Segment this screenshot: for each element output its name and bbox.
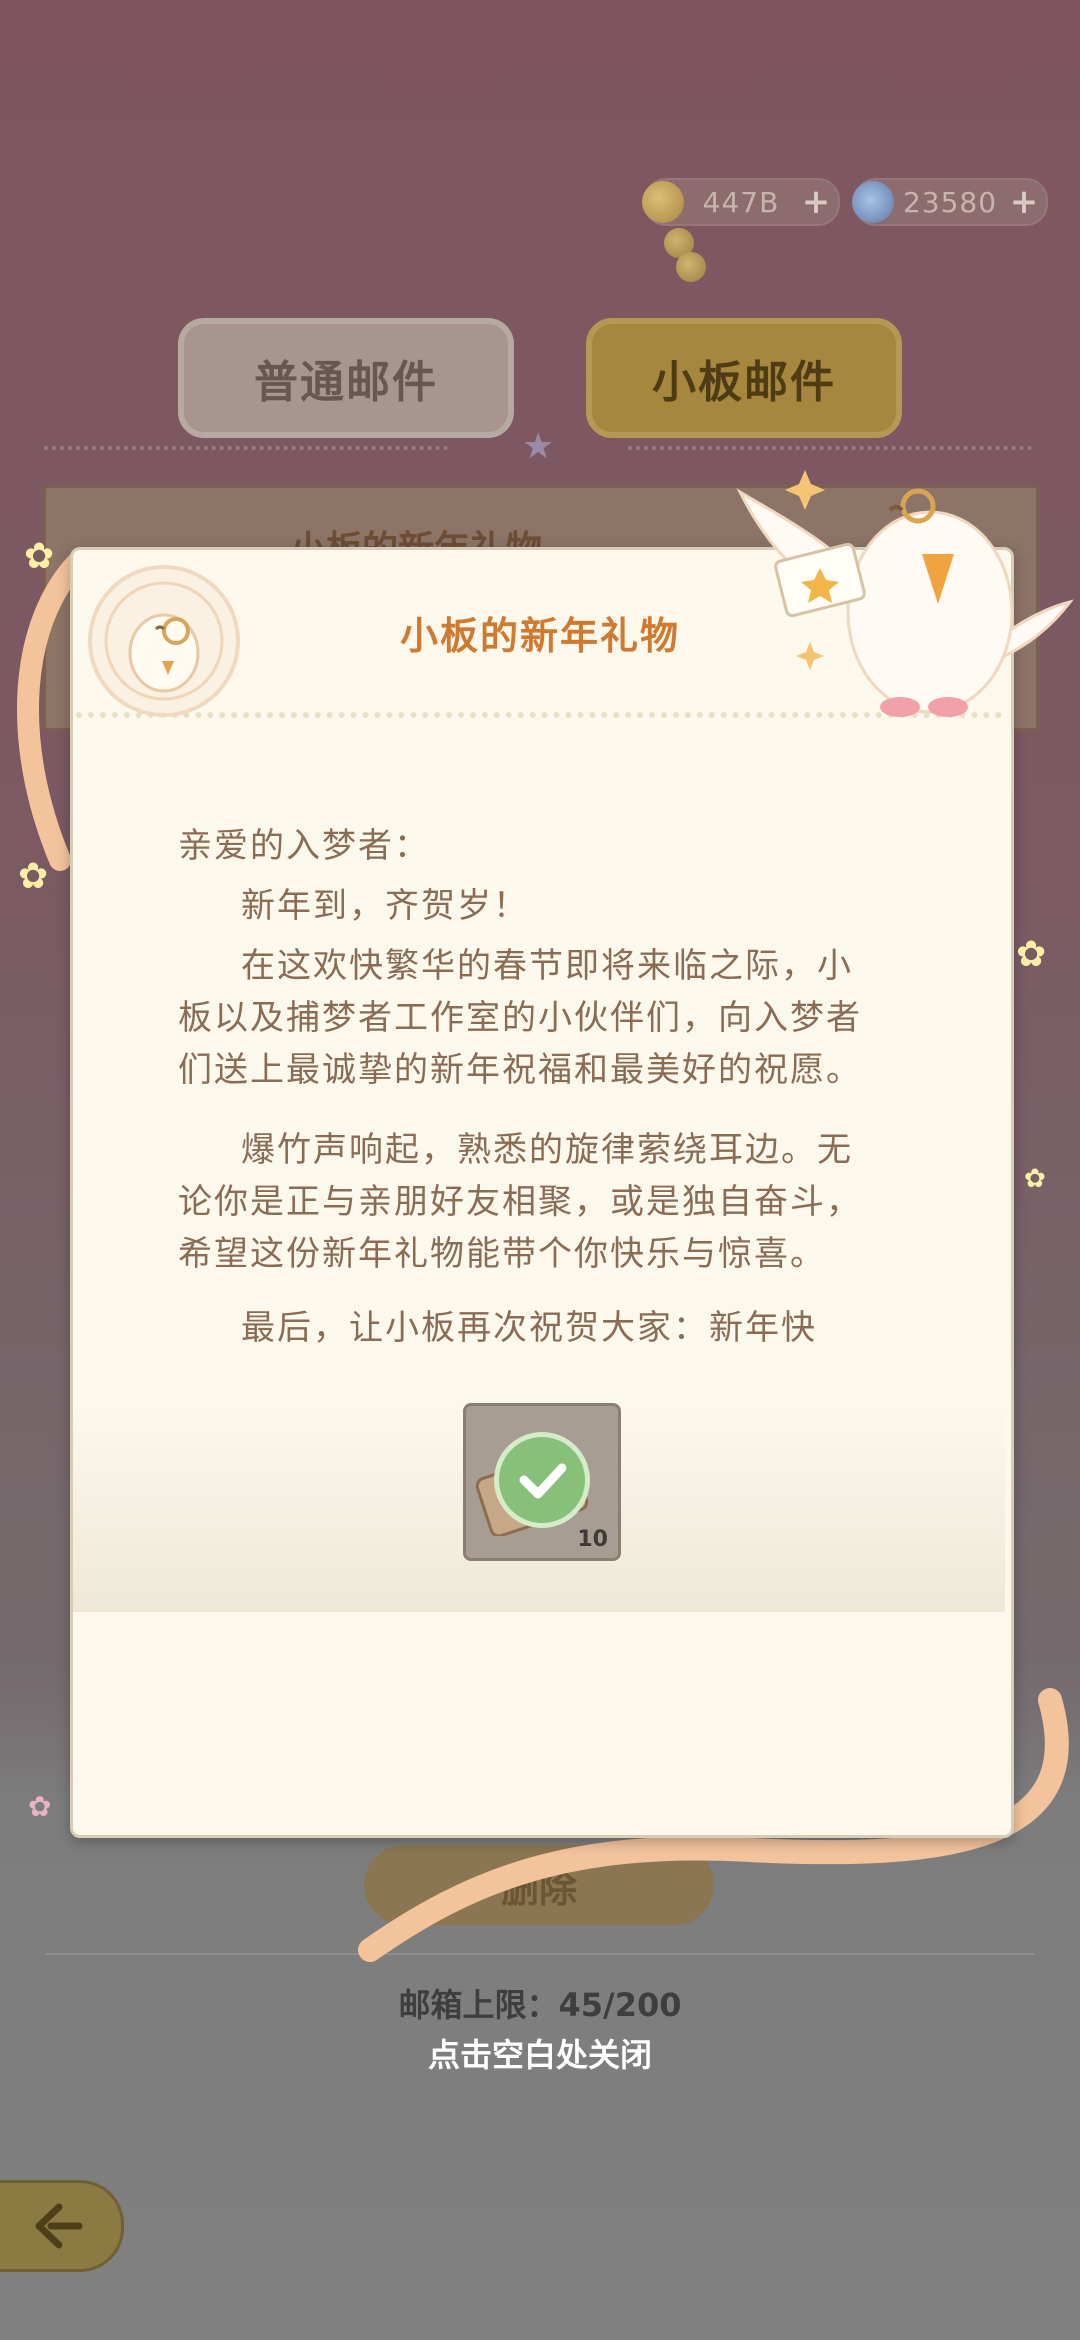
letter-paragraph: 最后，让小板再次祝贺大家：新年快 (241, 1308, 817, 1348)
flower-sparkle-icon: ✿ (24, 536, 55, 577)
flower-sparkle-icon: ✿ (28, 1790, 52, 1823)
letter-paragraph: 在这欢快繁华的春节即将来临之际，小板以及捕梦者工作室的小伙伴们，向入梦者们送上最… (178, 946, 862, 1090)
attachment-item[interactable]: 10 (463, 1403, 621, 1561)
divider (44, 446, 448, 450)
gem-balance[interactable]: 23580 + (852, 178, 1048, 226)
flower-sparkle-icon: ✿ (1024, 1164, 1046, 1194)
add-gems-icon[interactable]: + (1006, 182, 1042, 222)
back-arrow-icon (35, 2203, 83, 2249)
close-hint[interactable]: 点击空白处关闭 (0, 2030, 1080, 2076)
coin-icon (642, 181, 684, 223)
letter-paragraph: 爆竹声响起，熟悉的旋律萦绕耳边。无论你是正与亲朋好友相聚，或是独自奋斗，希望这份… (178, 1130, 862, 1274)
claimed-check-icon (494, 1432, 590, 1528)
mailbox-limit: 邮箱上限：45/200 (398, 1986, 682, 2024)
flower-sparkle-icon: ✿ (18, 856, 49, 897)
letter-greeting: 亲爱的入梦者： (178, 826, 430, 866)
back-button[interactable] (0, 2180, 124, 2272)
tab-normal-mail[interactable]: 普通邮件 (178, 318, 514, 438)
coin-value: 447B (702, 185, 780, 219)
gem-icon (852, 181, 894, 223)
divider (628, 446, 1032, 450)
coin-balance[interactable]: 447B + (642, 178, 840, 226)
letter-paragraph: 新年到，齐贺岁！ (241, 886, 529, 926)
coin-stack-icon (676, 252, 706, 282)
tab-xiaoban-mail[interactable]: 小板邮件 (586, 318, 902, 438)
star-icon: ★ (522, 426, 555, 467)
gem-value: 23580 (902, 185, 998, 219)
letter-footer-area (73, 1612, 1005, 1829)
add-coins-icon[interactable]: + (798, 182, 834, 222)
owl-mascot-icon (736, 470, 1074, 717)
attachment-count: 10 (577, 1527, 608, 1552)
flower-sparkle-icon: ✿ (1016, 934, 1047, 975)
